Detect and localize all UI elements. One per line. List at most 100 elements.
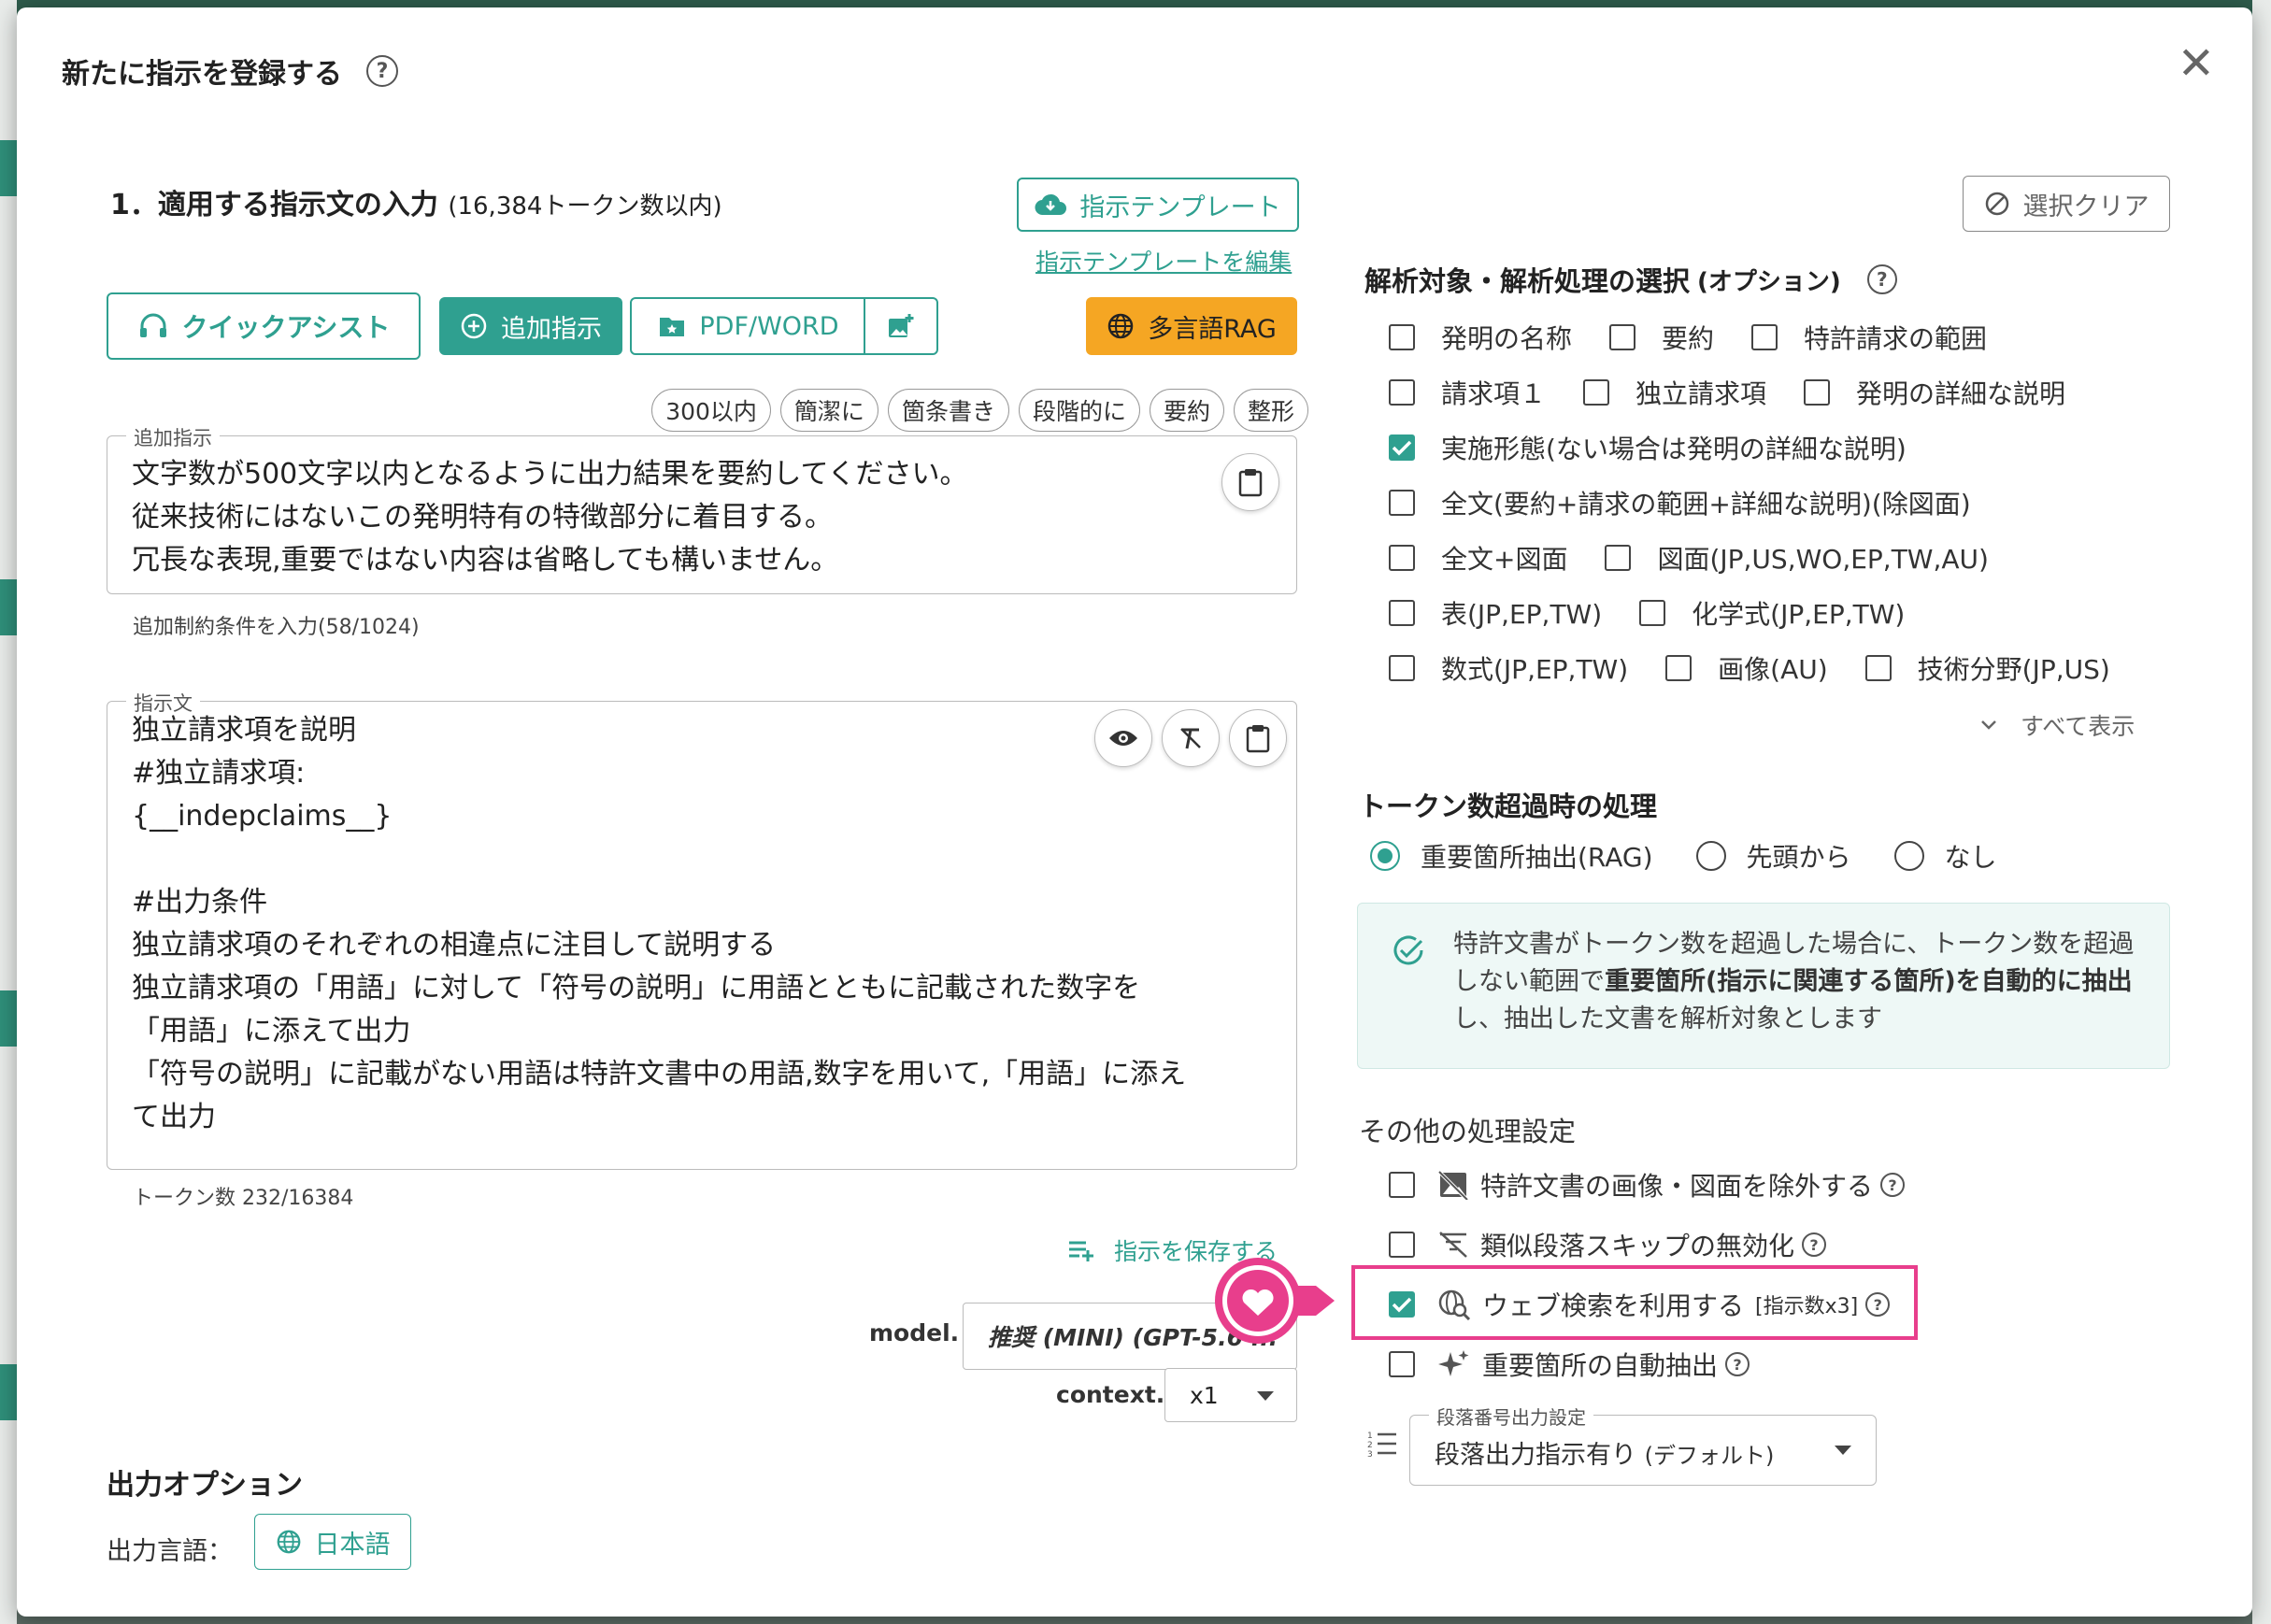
radio-none[interactable] <box>1893 841 1924 871</box>
checkbox[interactable] <box>1389 324 1415 350</box>
checkbox[interactable] <box>1583 379 1610 406</box>
other-settings-title: その他の処理設定 <box>1359 1116 1577 1147</box>
analysis-option[interactable]: 発明の詳細な説明 <box>1804 374 2065 411</box>
additional-instruction-field[interactable]: 追加指示 文字数が500文字以内となるように出力結果を要約してください。 従来技… <box>107 423 1297 594</box>
analysis-option-label: 図面(JP,US,WO,EP,TW,AU) <box>1657 544 1989 575</box>
show-all-toggle[interactable]: すべて表示 <box>1979 708 2135 742</box>
chip-concise[interactable]: 簡潔に <box>779 389 878 432</box>
checkbox[interactable] <box>1389 1232 1415 1258</box>
token-count-helper: トークン数 232/16384 <box>133 1187 354 1210</box>
checkbox[interactable] <box>1389 545 1415 571</box>
edit-template-link[interactable]: 指示テンプレートを編集 <box>1036 244 1292 278</box>
help-icon[interactable]: ? <box>1866 264 1897 294</box>
analysis-option[interactable]: 化学式(JP,EP,TW) <box>1639 594 1905 632</box>
analysis-option[interactable]: 技術分野(JP,US) <box>1864 649 2110 687</box>
rag-info-bold: 重要箇所(指示に関連する箇所)を自動的に抽出 <box>1605 967 2133 996</box>
checkbox[interactable] <box>1751 324 1778 350</box>
additional-instruction-text[interactable]: 文字数が500文字以内となるように出力結果を要約してください。 従来技術にはない… <box>132 453 1221 582</box>
instruction-text-field[interactable]: 指示文 独立請求項を説明 #独立請求項: {__indepclaims__} #… <box>107 689 1297 1170</box>
heart-badge-icon <box>1215 1258 1335 1344</box>
preview-button[interactable] <box>1094 709 1152 767</box>
analysis-option-label: 技術分野(JP,US) <box>1917 654 2110 685</box>
radio-rag[interactable] <box>1370 841 1400 871</box>
context-select[interactable]: x1 <box>1164 1368 1297 1422</box>
checkbox[interactable] <box>1665 655 1693 681</box>
analysis-row: 発明の名称 要約 特許請求の範囲 <box>1389 319 2024 356</box>
chip-format[interactable]: 整形 <box>1233 389 1308 432</box>
quick-chips: 300以内 簡潔に 箇条書き 段階的に 要約 整形 <box>642 389 1308 432</box>
background-sidebar <box>0 0 17 1624</box>
analysis-option[interactable]: 数式(JP,EP,TW) <box>1389 649 1628 687</box>
analysis-option-label: 画像(AU) <box>1718 654 1828 685</box>
chip-bullets[interactable]: 箇条書き <box>887 389 1009 432</box>
analysis-option-label: 数式(JP,EP,TW) <box>1441 654 1629 685</box>
checkbox[interactable] <box>1639 600 1666 626</box>
eye-icon <box>1109 731 1137 746</box>
multilingual-rag-label: 多言語RAG <box>1148 314 1277 344</box>
checkbox[interactable] <box>1609 324 1636 350</box>
quick-assist-button[interactable]: クイックアシスト <box>107 292 421 360</box>
checkbox-checked[interactable] <box>1389 434 1415 461</box>
instruction-template-button[interactable]: 指示テンプレート <box>1017 178 1299 232</box>
paragraph-output-default: (デフォルト) <box>1644 1443 1775 1469</box>
radio-from-start[interactable] <box>1695 841 1726 871</box>
checkbox[interactable] <box>1389 600 1415 626</box>
help-icon[interactable]: ? <box>366 55 398 87</box>
paragraph-output-select[interactable]: 段落番号出力設定 段落出力指示有り (デフォルト) <box>1409 1403 1877 1486</box>
checkbox[interactable] <box>1389 655 1415 681</box>
analysis-option-label: 全文(要約+請求の範囲+詳細な説明)(除図面) <box>1441 489 1971 520</box>
help-icon[interactable]: ? <box>1725 1352 1750 1376</box>
analysis-option[interactable]: 全文(要約+請求の範囲+詳細な説明)(除図面) <box>1389 484 1971 521</box>
analysis-option[interactable]: 特許請求の範囲 <box>1751 319 1987 356</box>
analysis-option[interactable]: 発明の名称 <box>1389 319 1572 356</box>
add-instruction-label: 追加指示 <box>501 314 602 344</box>
clear-selection-button[interactable]: 選択クリア <box>1963 176 2170 232</box>
clear-selection-label: 選択クリア <box>2022 192 2150 221</box>
radio-rag-label: 重要箇所抽出(RAG) <box>1421 842 1653 873</box>
other-setting-label: 類似段落スキップの無効化 <box>1480 1231 1795 1261</box>
analysis-title-text: 解析対象・解析処理の選択 <box>1364 265 1691 297</box>
checkbox[interactable] <box>1864 655 1892 681</box>
output-language-button[interactable]: 日本語 <box>254 1514 411 1570</box>
multilingual-rag-button[interactable]: 多言語RAG <box>1086 297 1297 355</box>
analysis-option[interactable]: 表(JP,EP,TW) <box>1389 594 1602 632</box>
clear-format-button[interactable] <box>1162 709 1220 767</box>
quick-assist-label: クイックアシスト <box>181 312 391 343</box>
add-image-button[interactable] <box>864 297 938 355</box>
checkbox[interactable] <box>1389 490 1415 516</box>
clipboard-button[interactable] <box>1221 453 1279 511</box>
chip-summary[interactable]: 要約 <box>1149 389 1224 432</box>
checkbox[interactable] <box>1389 379 1415 406</box>
check-icon <box>1392 440 1412 456</box>
close-button[interactable]: ✕ <box>2178 41 2215 86</box>
other-setting-row[interactable]: 類似段落スキップの無効化? <box>1389 1226 1827 1263</box>
analysis-row: 請求項１ 独立請求項 発明の詳細な説明 <box>1389 374 2103 411</box>
playlist-add-icon <box>1069 1241 1093 1261</box>
instruction-clipboard-button[interactable] <box>1229 709 1287 767</box>
analysis-target-title: 解析対象・解析処理の選択 (オプション) ? <box>1364 260 1897 299</box>
analysis-option[interactable]: 画像(AU) <box>1665 649 1828 687</box>
checkbox[interactable] <box>1804 379 1831 406</box>
help-icon[interactable]: ? <box>1880 1173 1906 1197</box>
analysis-option[interactable]: 要約 <box>1609 319 1714 356</box>
help-icon[interactable]: ? <box>1802 1232 1827 1257</box>
other-setting-label: 重要箇所の自動抽出 <box>1482 1350 1719 1381</box>
analysis-option[interactable]: 請求項１ <box>1389 374 1546 411</box>
other-setting-row[interactable]: 特許文書の画像・図面を除外する? <box>1389 1166 1906 1204</box>
analysis-option[interactable]: 独立請求項 <box>1583 374 1766 411</box>
analysis-option[interactable]: 実施形態(ない場合は発明の詳細な説明) <box>1389 429 1907 466</box>
token-overflow-radios: 重要箇所抽出(RAG) 先頭から なし <box>1370 837 1997 875</box>
other-setting-row[interactable]: 重要箇所の自動抽出? <box>1389 1346 1750 1383</box>
context-label: context. <box>1056 1381 1165 1408</box>
checkbox[interactable] <box>1389 1172 1415 1198</box>
analysis-option[interactable]: 全文+図面 <box>1389 539 1567 577</box>
instruction-text[interactable]: 独立請求項を説明 #独立請求項: {__indepclaims__} #出力条件… <box>132 709 1268 1139</box>
headset-icon <box>139 313 166 337</box>
pdf-word-button[interactable]: PDF/WORD <box>630 297 867 355</box>
checkbox[interactable] <box>1389 1351 1415 1377</box>
analysis-option[interactable]: 図面(JP,US,WO,EP,TW,AU) <box>1605 539 1989 577</box>
chip-within-300[interactable]: 300以内 <box>651 389 771 432</box>
checkbox[interactable] <box>1605 545 1632 571</box>
add-instruction-button[interactable]: 追加指示 <box>439 297 622 355</box>
chip-stepwise[interactable]: 段階的に <box>1018 389 1140 432</box>
